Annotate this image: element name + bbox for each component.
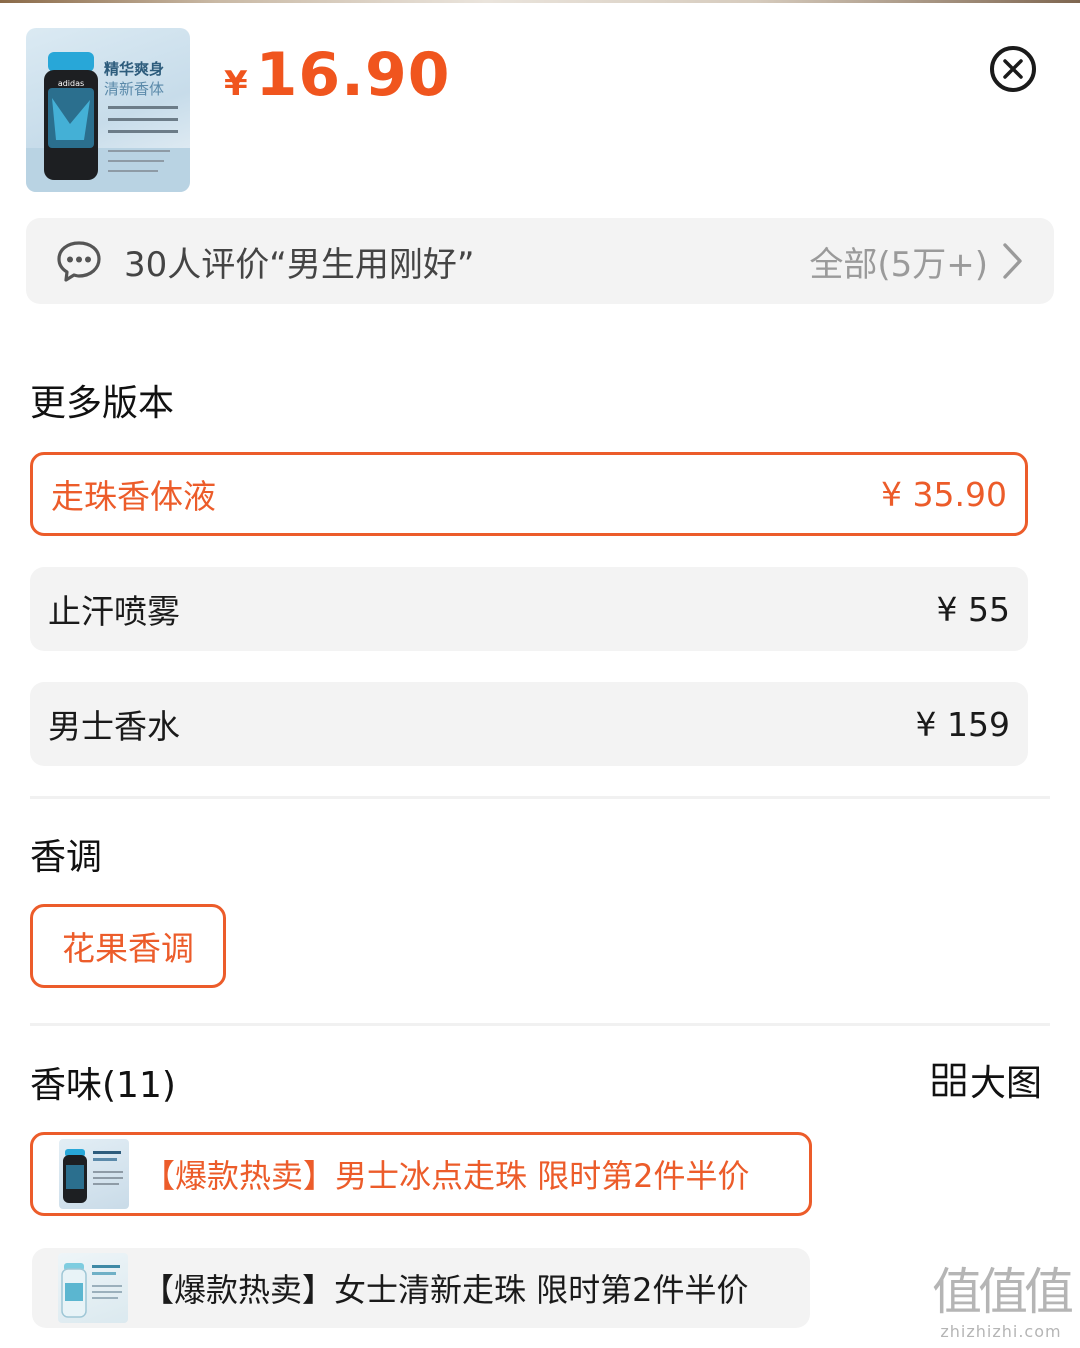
close-icon	[1003, 59, 1023, 79]
version-option-spray[interactable]: 止汗喷雾 ¥ 55	[30, 567, 1028, 651]
watermark-logo: 值值值	[932, 1263, 1074, 1321]
site-watermark: 值值值 zhizhizhi.com	[926, 1262, 1076, 1341]
scent-thumbnail	[59, 1139, 129, 1209]
big-view-toggle[interactable]: 大图	[932, 1054, 1042, 1106]
close-button[interactable]	[990, 46, 1036, 92]
review-all-count[interactable]: 全部(5万+)	[809, 237, 988, 286]
thumb-caption-2: 清新香体	[104, 80, 164, 98]
notes-title: 香调	[30, 837, 103, 878]
big-view-label: 大图	[970, 1063, 1043, 1104]
watermark-url: zhizhizhi.com	[940, 1322, 1062, 1341]
chevron-right-icon	[1003, 243, 1022, 279]
scents-title: 香味(11)	[30, 1065, 176, 1106]
note-label: 花果香调	[62, 929, 194, 968]
price-value: 16.90	[255, 40, 451, 110]
version-price: ¥ 35.90	[881, 474, 1007, 514]
svg-text:adidas: adidas	[58, 79, 84, 88]
version-label: 走珠香体液	[51, 477, 216, 516]
version-option-roll-on[interactable]: 走珠香体液 ¥ 35.90	[30, 452, 1028, 536]
review-quote: 30人评价“男生用刚好”	[124, 244, 475, 285]
version-price: ¥ 159	[915, 704, 1010, 744]
scent-label: 【爆款热卖】女士清新走珠 限时第2件半价	[142, 1271, 749, 1309]
product-price: ¥ 16.90	[224, 40, 450, 110]
version-option-perfume[interactable]: 男士香水 ¥ 159	[30, 682, 1028, 766]
product-image: adidas 精华爽身 清新香体	[26, 28, 190, 192]
scent-label: 【爆款热卖】男士冰点走珠 限时第2件半价	[143, 1157, 750, 1195]
version-price: ¥ 55	[936, 589, 1010, 629]
scent-thumbnail	[58, 1253, 128, 1323]
review-summary-bar[interactable]: 30人评价“男生用刚好” 全部(5万+)	[26, 218, 1054, 304]
chat-bubble-icon	[57, 241, 101, 282]
section-divider	[30, 796, 1050, 799]
scent-option-men-ice[interactable]: 【爆款热卖】男士冰点走珠 限时第2件半价	[30, 1132, 812, 1216]
price-currency: ¥	[224, 64, 248, 104]
thumb-caption-1: 精华爽身	[104, 60, 164, 78]
version-label: 男士香水	[48, 707, 180, 746]
note-option-floral-fruity[interactable]: 花果香调	[30, 904, 226, 988]
scent-option-women-fresh[interactable]: 【爆款热卖】女士清新走珠 限时第2件半价	[32, 1248, 810, 1328]
versions-title: 更多版本	[30, 383, 175, 424]
top-edge-strip	[0, 0, 1080, 3]
grid-view-icon	[932, 1063, 966, 1097]
version-label: 止汗喷雾	[48, 592, 180, 631]
section-divider	[30, 1023, 1050, 1026]
